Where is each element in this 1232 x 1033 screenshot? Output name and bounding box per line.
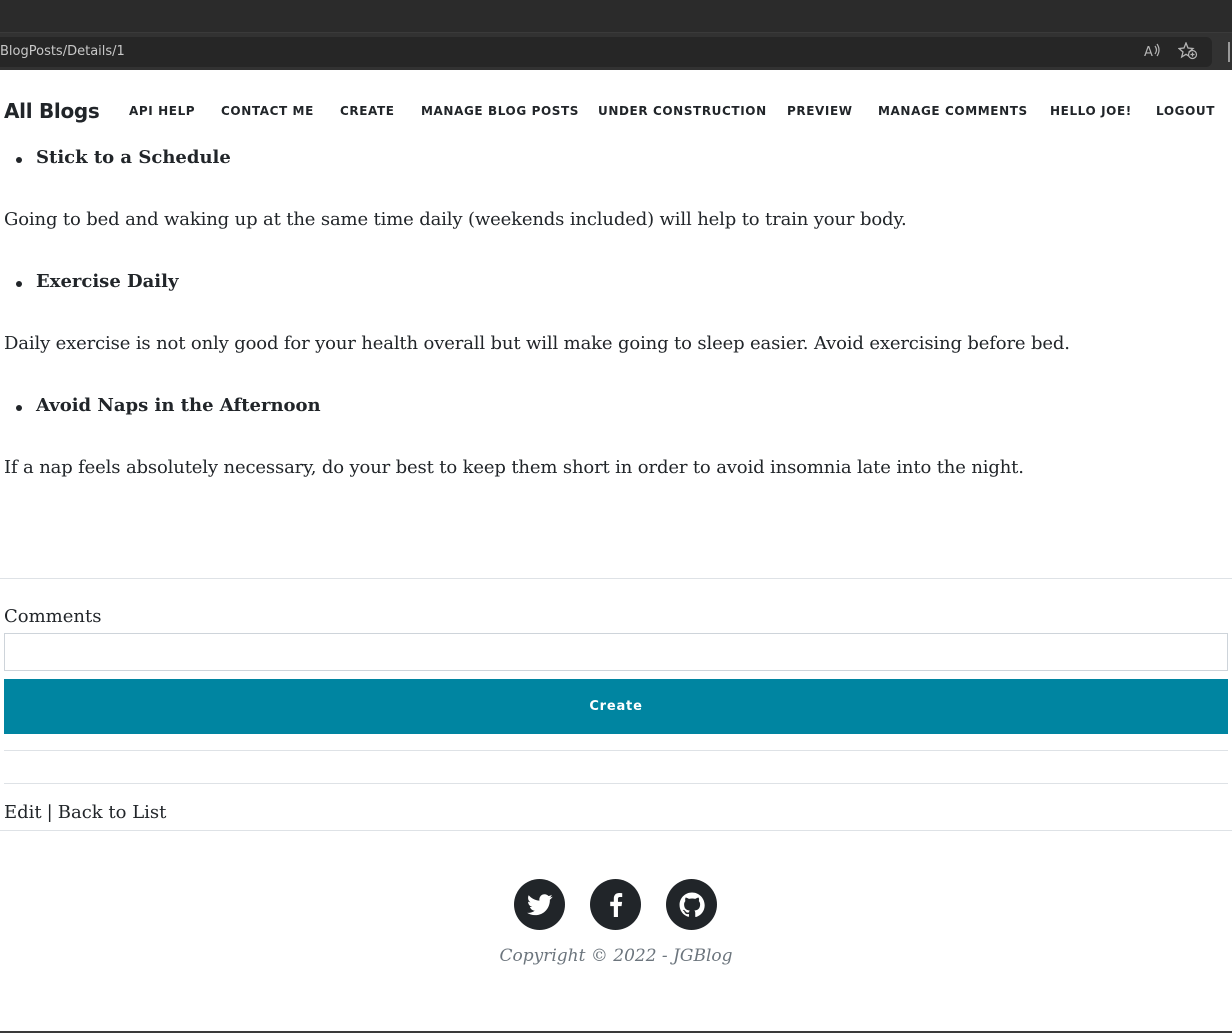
nav-logout[interactable]: Logout (1156, 104, 1215, 118)
comment-input[interactable] (4, 633, 1228, 671)
section-heading: Exercise Daily (15, 271, 179, 292)
sidebar-toggle-icon[interactable] (1228, 42, 1232, 62)
github-icon[interactable] (666, 879, 717, 930)
nav-contact-me[interactable]: Contact Me (221, 104, 314, 118)
edit-link[interactable]: Edit (4, 802, 42, 823)
copyright-text: Copyright © 2022 - JGBlog (499, 946, 733, 966)
nav-api-help[interactable]: API Help (129, 104, 195, 118)
section-heading: Avoid Naps in the Afternoon (16, 395, 321, 416)
browser-tab-strip (0, 0, 1232, 32)
footer-divider (0, 830, 1232, 831)
read-aloud-icon[interactable]: A (1143, 42, 1161, 64)
brand-logo[interactable]: All Blogs (4, 99, 100, 123)
svg-text:A: A (1144, 45, 1153, 60)
divider (0, 578, 1232, 579)
post-actions: Edit | Back to List (4, 802, 166, 823)
twitter-icon[interactable] (514, 879, 565, 930)
nav-manage-blog-posts[interactable]: Manage Blog Posts (421, 104, 579, 118)
facebook-icon[interactable] (590, 879, 641, 930)
nav-preview[interactable]: Preview (787, 104, 853, 118)
address-bar[interactable]: BlogPosts/Details/1 A (0, 37, 1212, 67)
nav-create[interactable]: Create (340, 104, 395, 118)
nav-under-construction[interactable]: Under Construction (598, 104, 767, 118)
create-comment-button[interactable]: Create (4, 679, 1228, 734)
divider (4, 750, 1228, 751)
section-paragraph: Daily exercise is not only good for your… (4, 333, 1070, 354)
link-separator: | (46, 802, 53, 823)
divider (4, 783, 1228, 784)
section-heading: Stick to a Schedule (16, 147, 231, 168)
browser-toolbar: BlogPosts/Details/1 A (0, 32, 1232, 70)
main-navbar: All Blogs API Help Contact Me Create Man… (0, 70, 1232, 152)
nav-manage-comments[interactable]: Manage Comments (878, 104, 1028, 118)
back-to-list-link[interactable]: Back to List (58, 802, 167, 823)
comments-label: Comments (4, 606, 102, 627)
add-favorite-icon[interactable] (1177, 41, 1198, 64)
section-paragraph: If a nap feels absolutely necessary, do … (4, 457, 1024, 478)
address-url[interactable]: BlogPosts/Details/1 (0, 44, 125, 59)
section-paragraph: Going to bed and waking up at the same t… (4, 209, 907, 230)
nav-hello-user[interactable]: Hello Joe! (1050, 104, 1132, 118)
